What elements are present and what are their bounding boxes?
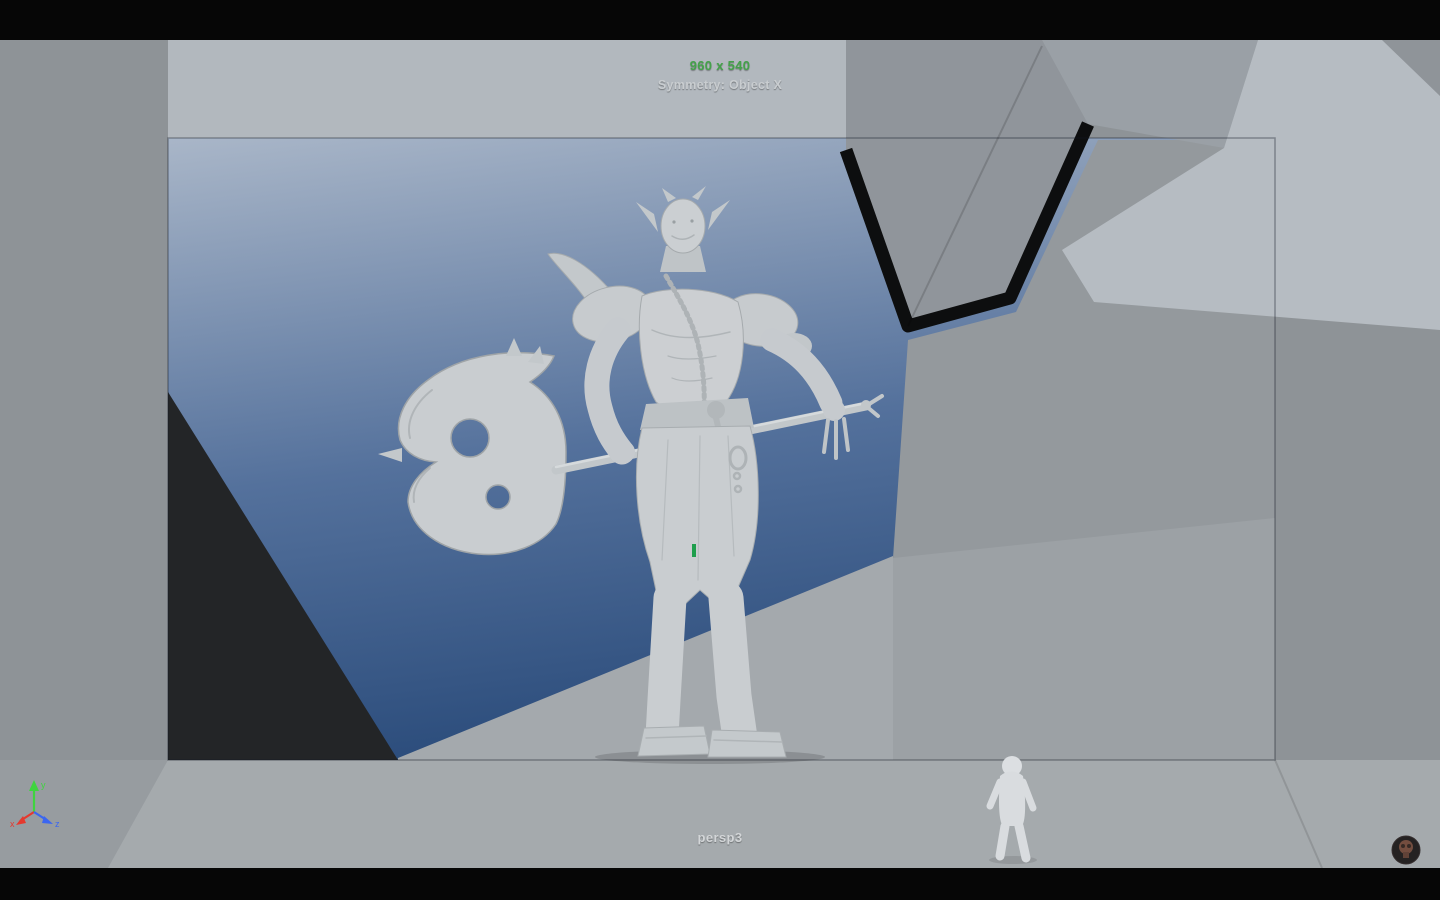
right-boot — [707, 729, 787, 758]
right-wall-lower — [893, 518, 1275, 760]
right-leg — [708, 580, 758, 756]
maya-viewport[interactable]: 960 x 540 Symmetry: Object X persp3 y x … — [0, 40, 1440, 868]
foreground-floor — [0, 760, 1440, 868]
letterbox-bottom — [0, 868, 1440, 900]
left-boot — [637, 725, 711, 757]
selection-highlight — [692, 544, 696, 557]
logo-detail-left — [1401, 844, 1405, 848]
ceiling-plane — [168, 40, 876, 138]
logo-detail-jaw — [1403, 852, 1409, 858]
right-hand — [823, 399, 845, 421]
axis-y-arrow — [29, 780, 39, 791]
logo-emblem — [1399, 840, 1413, 854]
scene-render — [0, 40, 1440, 868]
video-frame: 960 x 540 Symmetry: Object X persp3 y x … — [0, 0, 1440, 900]
logo-detail-right — [1407, 844, 1411, 848]
skirt — [636, 425, 759, 607]
left-hand — [613, 441, 635, 463]
watermark-logo[interactable] — [1390, 834, 1422, 866]
torso — [638, 288, 744, 412]
axis-y-label: y — [41, 780, 46, 790]
axis-x-label: x — [10, 819, 15, 828]
letterbox-top — [0, 0, 1440, 40]
left-leg — [645, 581, 687, 753]
axis-gizmo: y x z — [10, 780, 60, 828]
axis-z-label: z — [55, 819, 60, 828]
